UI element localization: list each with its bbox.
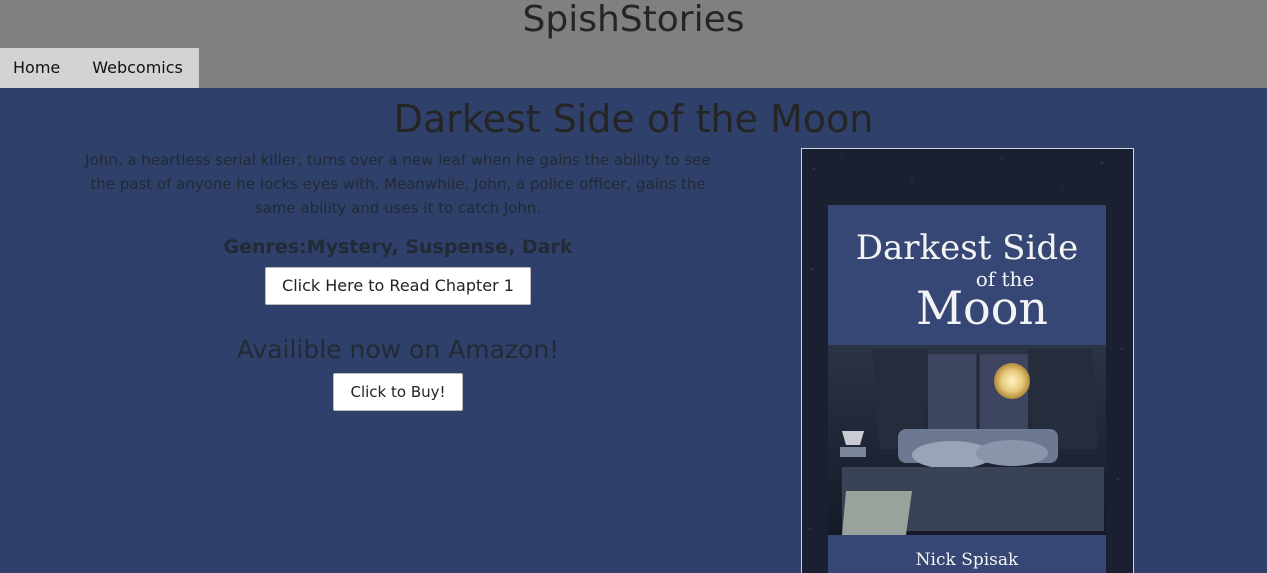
cover-author: Nick Spisak <box>916 550 1019 570</box>
moon-illustration <box>994 363 1030 399</box>
amazon-heading: Availible now on Amazon! <box>236 335 560 364</box>
nav-bar: Home Webcomics <box>0 48 199 88</box>
site-title: SpishStories <box>522 0 745 40</box>
read-chapter-button[interactable]: Click Here to Read Chapter 1 <box>265 267 531 305</box>
book-genres: Genres:Mystery, Suspense, Dark <box>223 236 573 258</box>
book-cover-image: Darkest Side of the Moon Nick Spisak <box>801 148 1134 573</box>
cover-title-line3: Moon <box>916 281 1048 335</box>
site-header: SpishStories Home Webcomics <box>0 0 1267 88</box>
buy-button[interactable]: Click to Buy! <box>333 373 463 411</box>
cover-title-line1: Darkest Side <box>856 228 1078 268</box>
nav-item-webcomics[interactable]: Webcomics <box>73 48 199 88</box>
book-info: John, a heartless serial killer, turns o… <box>80 148 716 411</box>
nav-item-home[interactable]: Home <box>0 48 73 88</box>
book-synopsis: John, a heartless serial killer, turns o… <box>85 151 711 217</box>
page-title: Darkest Side of the Moon <box>393 97 874 141</box>
book-cover-art: Darkest Side of the Moon Nick Spisak <box>802 149 1133 573</box>
